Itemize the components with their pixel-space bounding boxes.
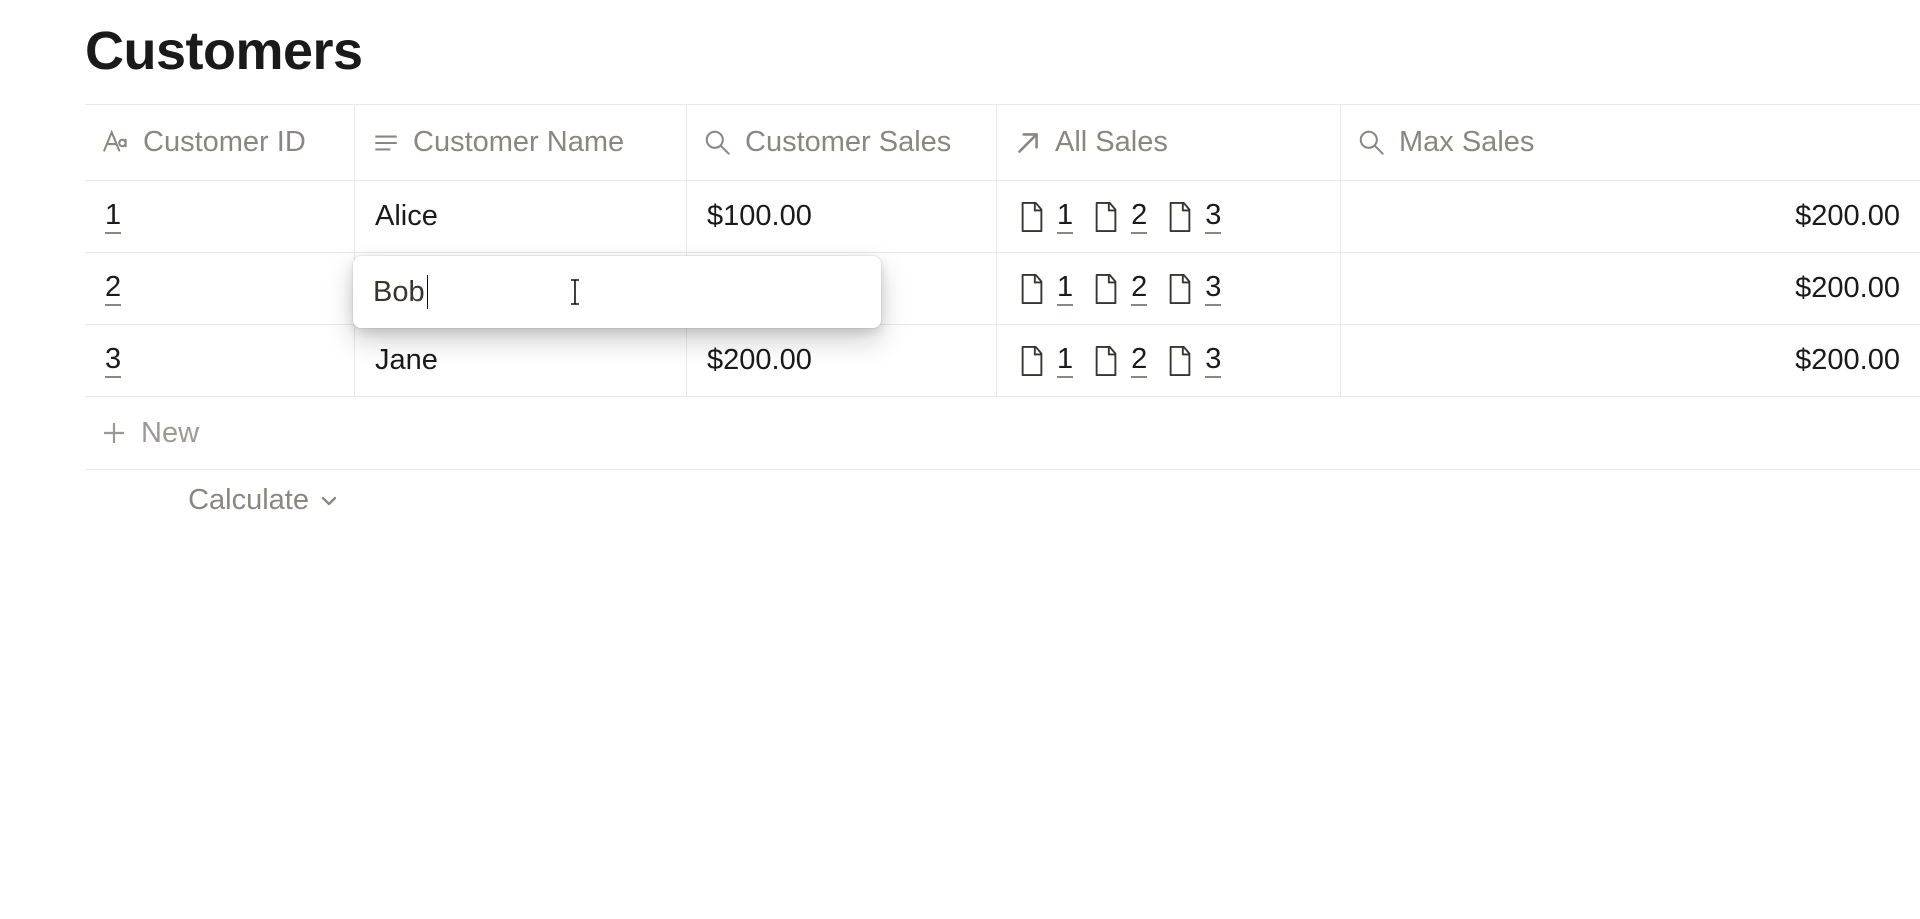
relation-chip[interactable]: 2: [1091, 199, 1147, 234]
relation-chip-label: 3: [1205, 271, 1221, 306]
relation-chip-label: 3: [1205, 199, 1221, 234]
relation-chip-label: 2: [1131, 343, 1147, 378]
cell-all-sales[interactable]: 1 2 3: [997, 325, 1341, 396]
max-sales-value: $200.00: [1795, 344, 1900, 377]
max-sales-value: $200.00: [1795, 272, 1900, 305]
name-value: Alice: [375, 200, 438, 233]
relation-chip[interactable]: 3: [1165, 199, 1221, 234]
arrow-up-right-icon: [1013, 128, 1043, 158]
column-header-customer-id[interactable]: Customer ID: [85, 105, 355, 180]
relation-chip-label: 2: [1131, 199, 1147, 234]
relation-chip-label: 1: [1057, 343, 1073, 378]
relation-chip-label: 3: [1205, 343, 1221, 378]
page-icon: [1017, 272, 1047, 306]
relation-chips: 1 2 3: [1017, 199, 1221, 234]
text-caret: [427, 275, 428, 309]
relation-chip[interactable]: 3: [1165, 343, 1221, 378]
sales-value: $200.00: [707, 344, 812, 377]
cell-max-sales[interactable]: $200.00: [1341, 253, 1920, 324]
cell-customer-id[interactable]: 3: [85, 325, 355, 396]
column-label: Customer Sales: [745, 126, 951, 159]
cell-all-sales[interactable]: 1 2 3: [997, 181, 1341, 252]
new-row-label: New: [141, 417, 199, 450]
search-icon: [703, 128, 733, 158]
id-value: 3: [105, 343, 121, 378]
max-sales-value: $200.00: [1795, 200, 1900, 233]
add-new-row[interactable]: New: [85, 396, 1920, 469]
cell-customer-name[interactable]: Alice: [355, 181, 687, 252]
column-label: Max Sales: [1399, 126, 1534, 159]
page-icon: [1165, 200, 1195, 234]
chevron-down-icon: [319, 491, 339, 511]
column-header-customer-sales[interactable]: Customer Sales: [687, 105, 997, 180]
page-icon: [1165, 272, 1195, 306]
id-value: 2: [105, 271, 121, 306]
relation-chip[interactable]: 1: [1017, 343, 1073, 378]
relation-chip[interactable]: 2: [1091, 343, 1147, 378]
cell-edit-value: Bob: [373, 276, 425, 309]
column-label: Customer ID: [143, 126, 306, 159]
cell-max-sales[interactable]: $200.00: [1341, 181, 1920, 252]
table-footer-row: Calculate: [85, 469, 1920, 517]
page-icon: [1017, 200, 1047, 234]
page-title: Customers: [85, 20, 1920, 82]
plus-icon: [101, 420, 127, 446]
table-row: 3 Jane $200.00 1 2 3 $200.00: [85, 324, 1920, 396]
relation-chip[interactable]: 2: [1091, 271, 1147, 306]
page-icon: [1091, 272, 1121, 306]
cell-customer-id[interactable]: 2: [85, 253, 355, 324]
column-label: All Sales: [1055, 126, 1168, 159]
relation-chips: 1 2 3: [1017, 271, 1221, 306]
title-icon: [101, 128, 131, 158]
column-header-max-sales[interactable]: Max Sales: [1341, 105, 1920, 180]
id-value: 1: [105, 199, 121, 234]
table-row: 1 Alice $100.00 1 2 3 $200.00: [85, 180, 1920, 252]
column-header-all-sales[interactable]: All Sales: [997, 105, 1341, 180]
name-value: Jane: [375, 344, 438, 377]
relation-chip-label: 1: [1057, 271, 1073, 306]
page-icon: [1091, 344, 1121, 378]
table-header-row: Customer ID Customer Name Customer Sales…: [85, 104, 1920, 180]
relation-chip[interactable]: 1: [1017, 271, 1073, 306]
cell-customer-id[interactable]: 1: [85, 181, 355, 252]
cell-customer-sales[interactable]: $100.00: [687, 181, 997, 252]
cell-all-sales[interactable]: 1 2 3: [997, 253, 1341, 324]
text-cursor-icon: [568, 278, 582, 306]
relation-chip[interactable]: 1: [1017, 199, 1073, 234]
column-header-customer-name[interactable]: Customer Name: [355, 105, 687, 180]
sales-value: $100.00: [707, 200, 812, 233]
relation-chip-label: 2: [1131, 271, 1147, 306]
calculate-label: Calculate: [188, 484, 309, 517]
relation-chip[interactable]: 3: [1165, 271, 1221, 306]
relation-chip-label: 1: [1057, 199, 1073, 234]
customers-table: Customer ID Customer Name Customer Sales…: [85, 104, 1920, 517]
page-icon: [1165, 344, 1195, 378]
text-icon: [371, 128, 401, 158]
cell-max-sales[interactable]: $200.00: [1341, 325, 1920, 396]
column-label: Customer Name: [413, 126, 624, 159]
cell-customer-name[interactable]: Jane: [355, 325, 687, 396]
cell-customer-sales[interactable]: $200.00: [687, 325, 997, 396]
page-icon: [1017, 344, 1047, 378]
search-icon: [1357, 128, 1387, 158]
calculate-button[interactable]: Calculate: [188, 484, 339, 517]
page-icon: [1091, 200, 1121, 234]
cell-edit-popup[interactable]: Bob: [353, 256, 881, 328]
relation-chips: 1 2 3: [1017, 343, 1221, 378]
